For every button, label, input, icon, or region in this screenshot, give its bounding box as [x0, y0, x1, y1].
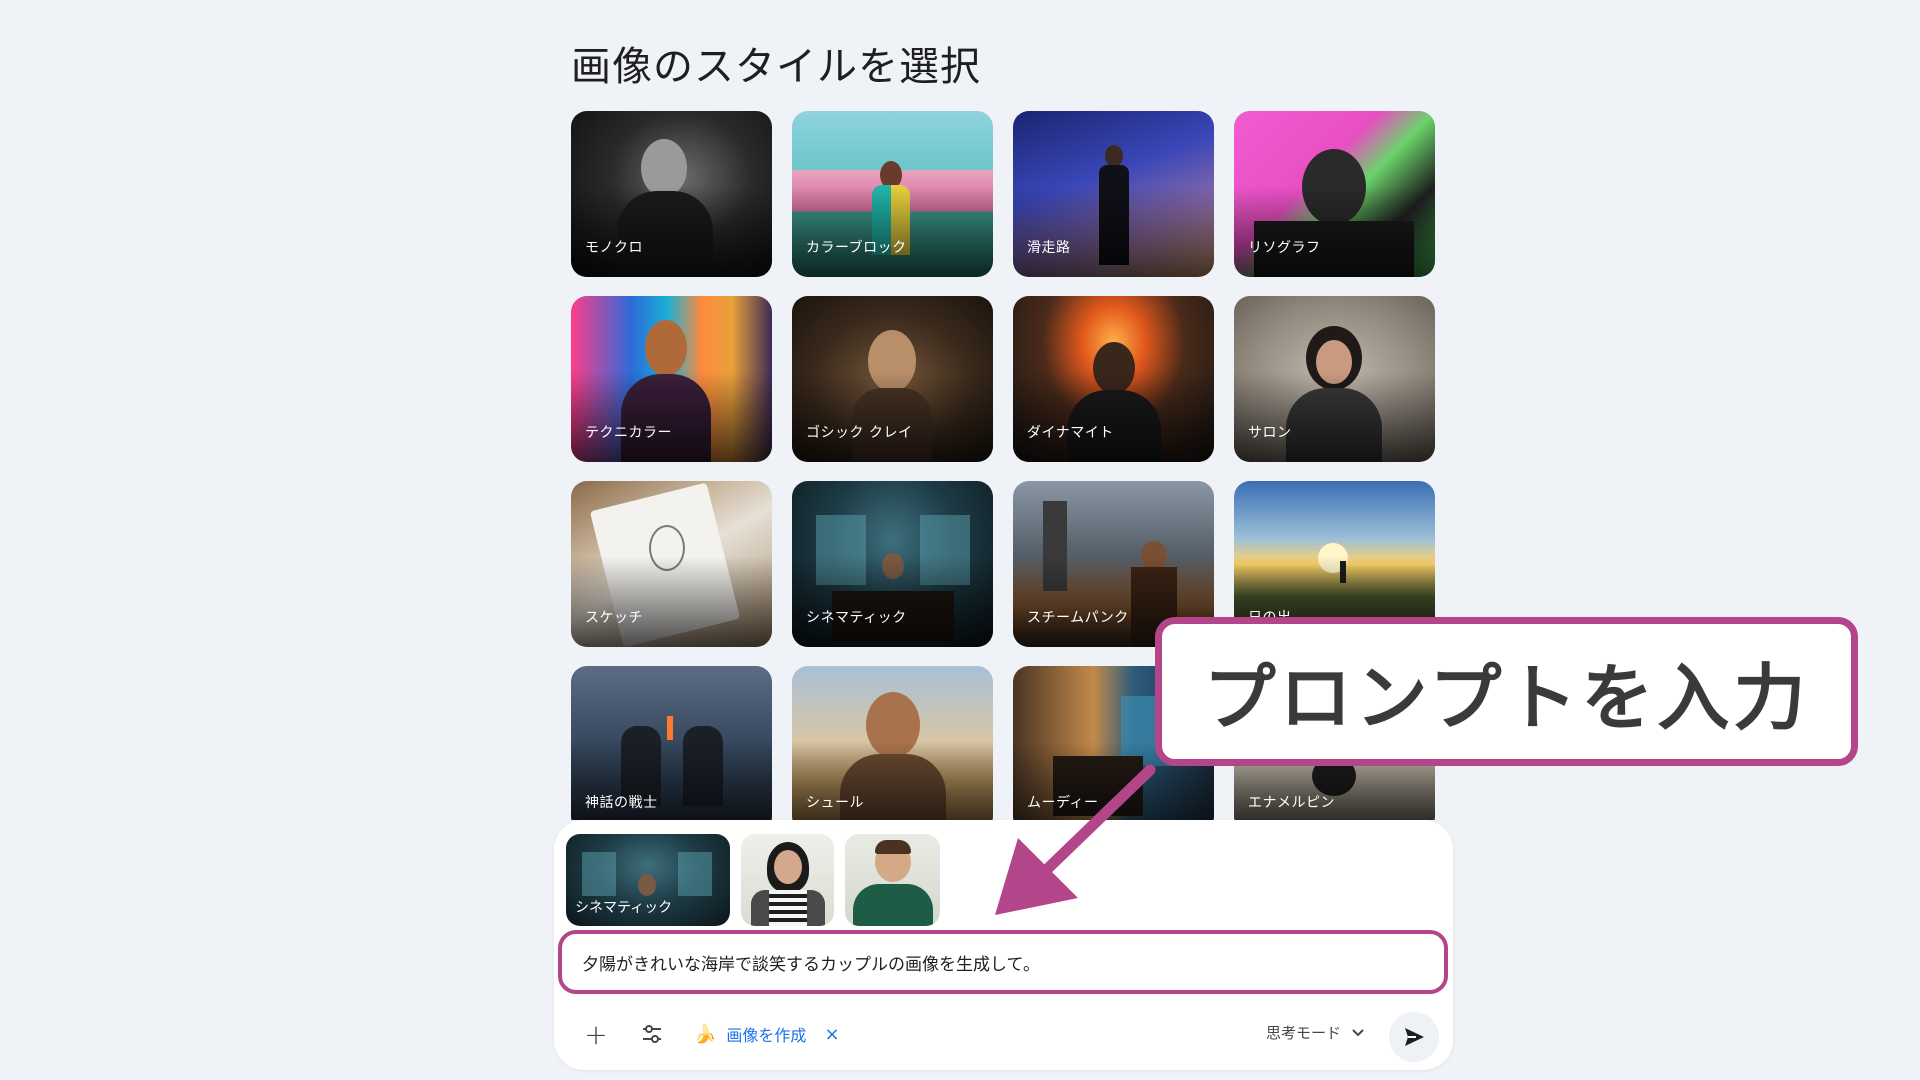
callout-box: プロンプトを入力: [1155, 617, 1858, 766]
page-title: 画像のスタイルを選択: [571, 44, 981, 90]
style-label: サロン: [1248, 425, 1292, 441]
style-tile-gothic-clay[interactable]: ゴシック クレイ: [792, 296, 993, 462]
style-tile-sketch[interactable]: スケッチ: [571, 481, 772, 647]
style-tile-runway[interactable]: 滑走路: [1013, 111, 1214, 277]
close-icon[interactable]: ×: [824, 1024, 839, 1045]
style-label: テクニカラー: [585, 425, 672, 441]
style-label: シュール: [806, 795, 864, 811]
create-image-chip[interactable]: 🍌 画像を作成 ×: [694, 1018, 840, 1050]
send-button[interactable]: [1389, 1012, 1439, 1062]
style-label: モノクロ: [585, 240, 643, 256]
thinking-mode-dropdown[interactable]: 思考モード: [1266, 1022, 1365, 1043]
style-tile-risograph[interactable]: リソグラフ: [1234, 111, 1435, 277]
banana-icon: 🍌: [694, 1023, 717, 1045]
style-tile-technicolor[interactable]: テクニカラー: [571, 296, 772, 462]
style-label: 神話の戦士: [585, 795, 658, 811]
chevron-down-icon: [1352, 1028, 1364, 1036]
style-label: スケッチ: [585, 610, 643, 626]
callout-text: プロンプトを入力: [1203, 656, 1810, 740]
style-label: カラーブロック: [806, 240, 907, 256]
prompt-input[interactable]: 夕陽がきれいな海岸で談笑するカップルの画像を生成して。: [558, 930, 1448, 994]
style-tile-cinematic[interactable]: シネマティック: [792, 481, 993, 647]
attachment-style-cinematic[interactable]: シネマティック: [566, 834, 730, 926]
style-label: エナメルピン: [1248, 795, 1335, 811]
style-tile-monochrome[interactable]: モノクロ: [571, 111, 772, 277]
composer-toolbar: + 🍌 画像を作成 × 思考モード: [554, 1000, 1453, 1070]
style-tile-surreal[interactable]: シュール: [792, 666, 993, 820]
sliders-icon: [643, 1025, 661, 1043]
style-tile-color-block[interactable]: カラーブロック: [792, 111, 993, 277]
send-icon: [1405, 1028, 1424, 1046]
style-label: スチームパンク: [1027, 610, 1129, 626]
tools-button[interactable]: [630, 1012, 674, 1056]
style-tile-dynamite[interactable]: ダイナマイト: [1013, 296, 1214, 462]
style-label: 滑走路: [1027, 240, 1071, 256]
mode-label: 思考モード: [1265, 1024, 1341, 1042]
style-tile-salon[interactable]: サロン: [1234, 296, 1435, 462]
attachment-reference-photo-man[interactable]: [845, 834, 940, 926]
callout-arrow-icon: [995, 764, 1156, 915]
style-label: ゴシック クレイ: [806, 425, 913, 441]
add-attachment-button[interactable]: +: [574, 1012, 618, 1056]
plus-icon: +: [584, 1017, 608, 1051]
style-label: リソグラフ: [1248, 240, 1321, 256]
style-label: ダイナマイト: [1027, 425, 1114, 441]
style-tile-mythic-warrior[interactable]: 神話の戦士: [571, 666, 772, 820]
create-image-label: 画像を作成: [726, 1026, 807, 1045]
attachment-label: シネマティック: [575, 900, 673, 916]
prompt-text: 夕陽がきれいな海岸で談笑するカップルの画像を生成して。: [582, 954, 1040, 975]
style-label: シネマティック: [806, 610, 907, 626]
attachment-reference-photo-woman[interactable]: [741, 834, 834, 926]
